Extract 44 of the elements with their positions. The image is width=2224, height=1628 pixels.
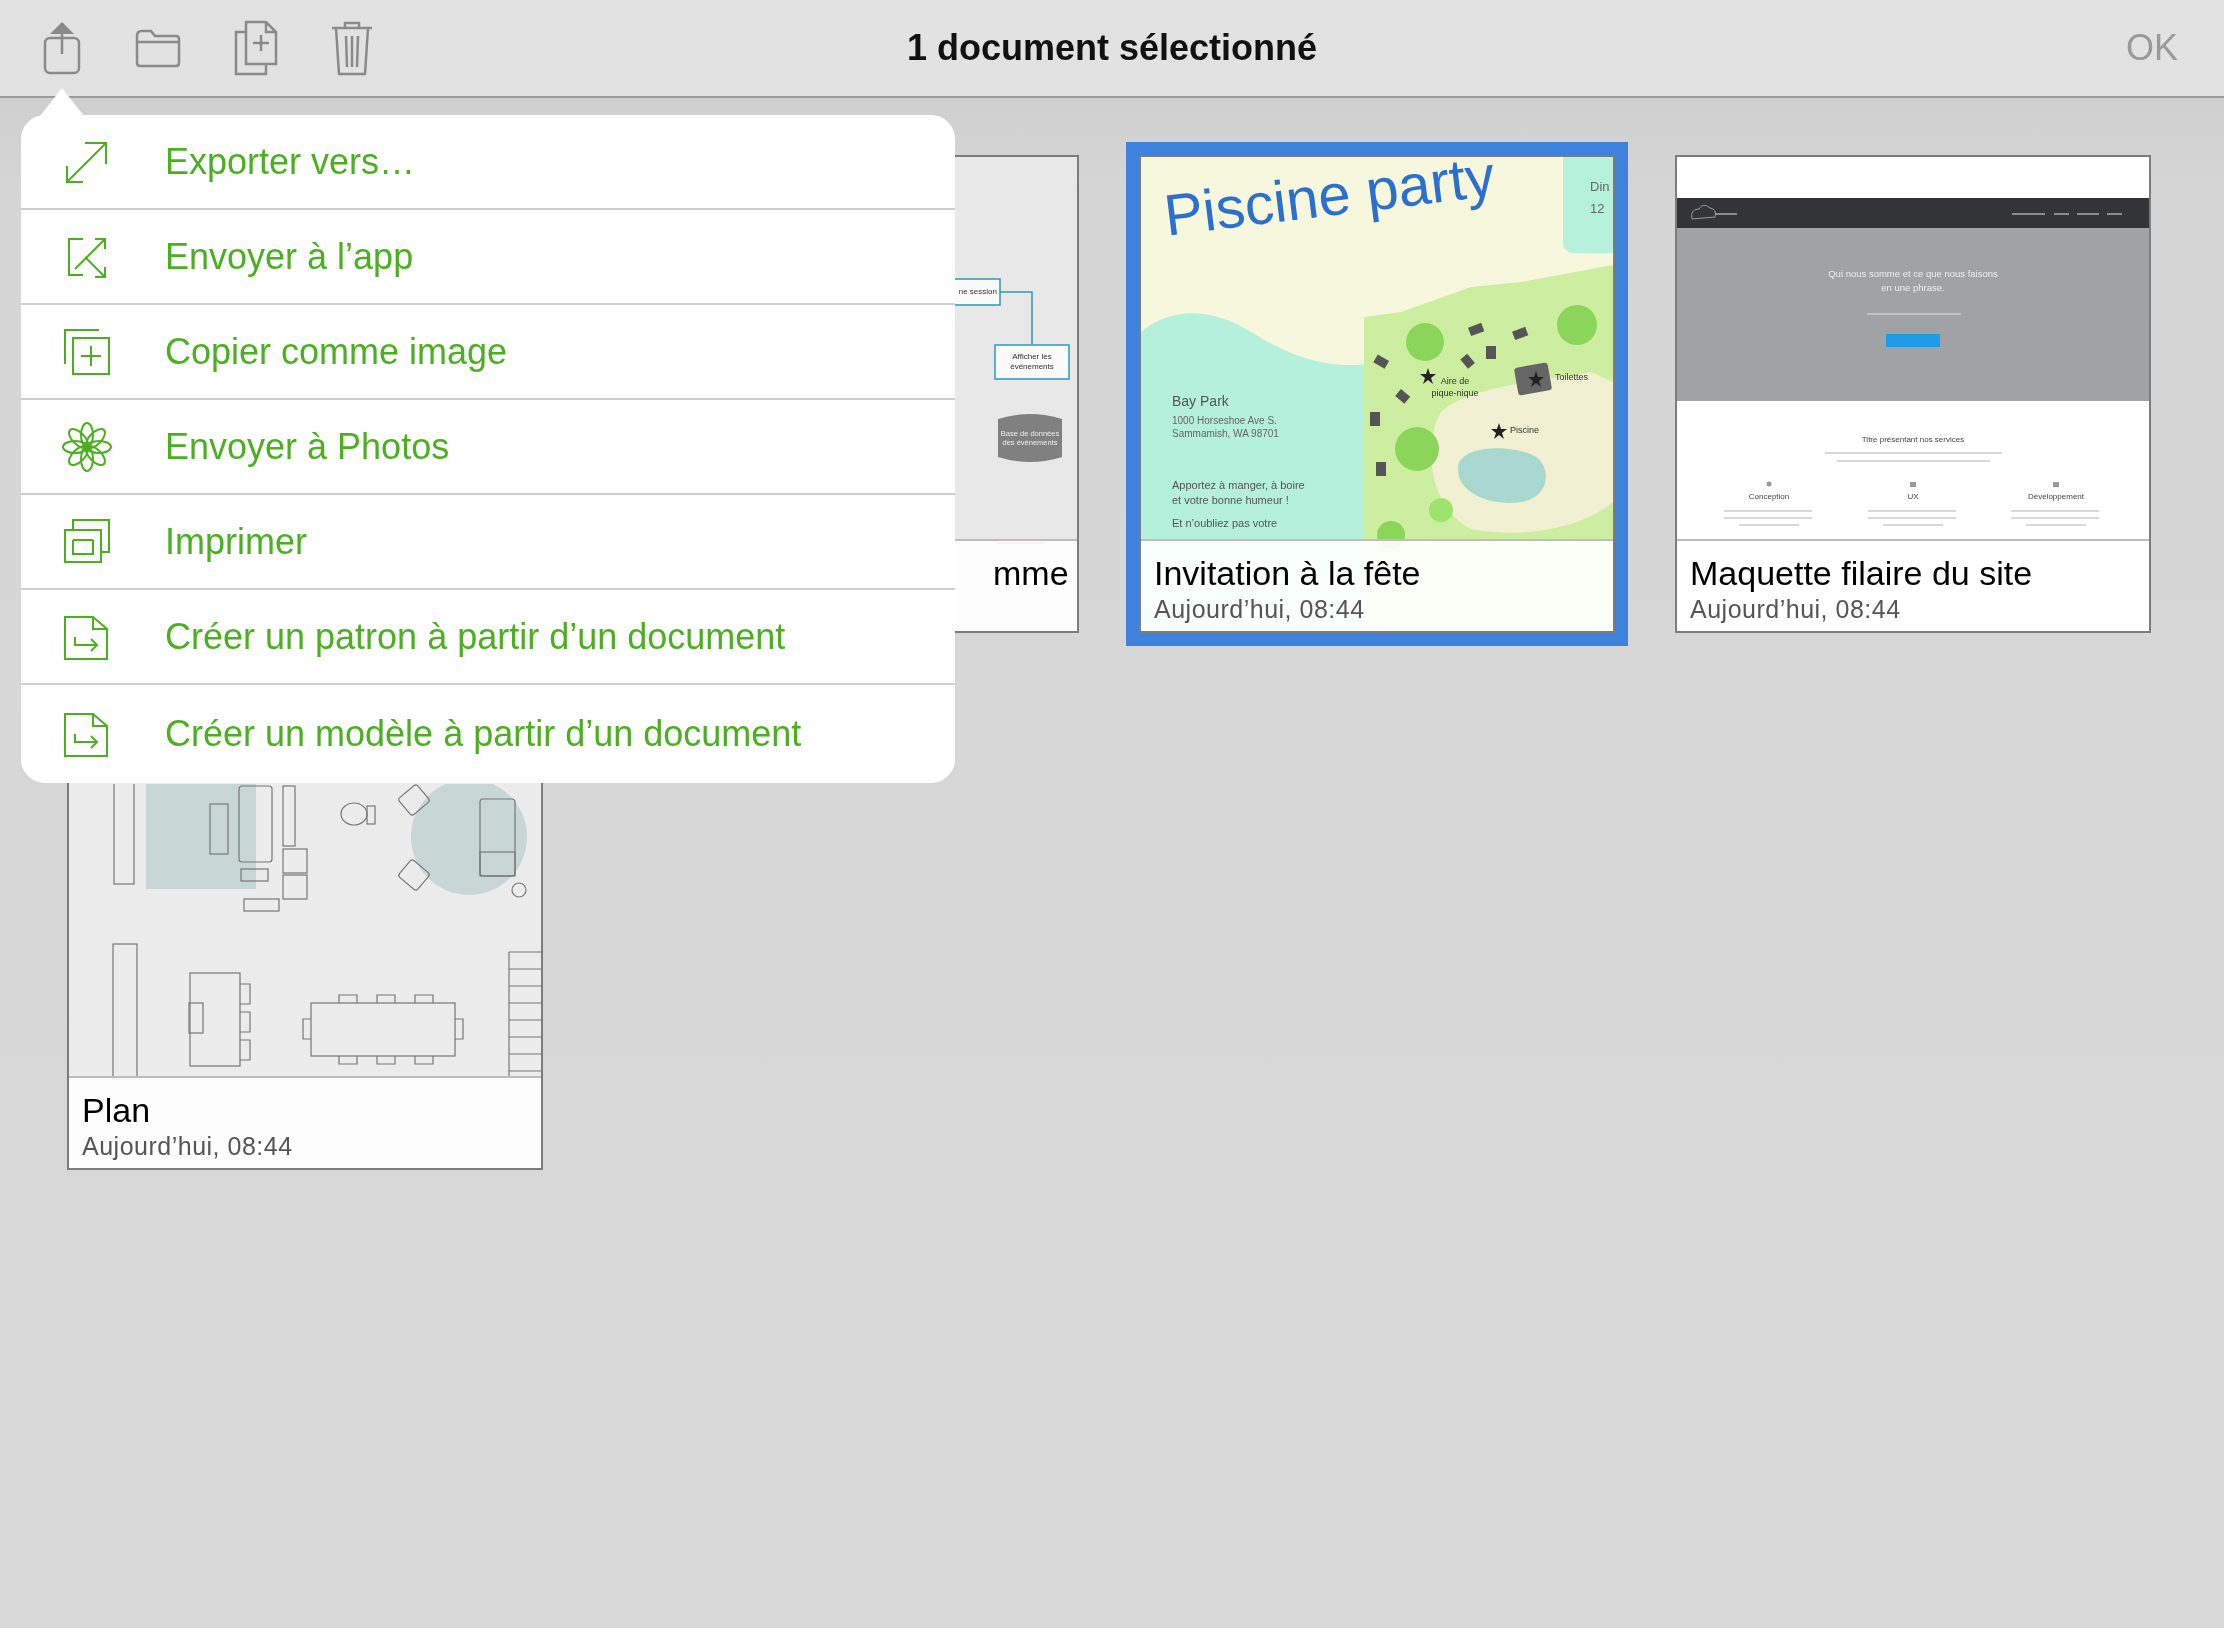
menu-item[interactable]: Créer un patron à partir d’un document — [21, 590, 955, 685]
ok-button[interactable]: OK — [2120, 26, 2184, 70]
menu-icon — [61, 420, 113, 473]
flowchart-node-label: ne session — [957, 286, 998, 299]
address-line: Sammamish, WA 98701 — [1172, 428, 1279, 439]
map-label: Piscine — [1510, 425, 1539, 437]
document-title: Plan — [82, 1090, 152, 1130]
document-date: Aujourd’hui, 08:44 — [1154, 594, 1366, 625]
invitation-headline: Piscine party — [1161, 146, 1498, 245]
folder-button[interactable] — [134, 28, 182, 68]
service-heading: Conception — [1747, 492, 1791, 501]
map-label: Toilettes — [1555, 372, 1589, 384]
flowchart-node-label: Afficher les événements — [1009, 351, 1055, 373]
share-icon — [42, 20, 82, 76]
document-title: Invitation à la fête — [1154, 553, 1422, 593]
date-text: Din — [1590, 179, 1610, 194]
trash-icon — [330, 20, 374, 76]
document-title: mme — [992, 553, 1070, 593]
duplicate-button[interactable] — [234, 20, 278, 76]
share-button[interactable] — [42, 20, 82, 76]
section-heading: Titre présentant nos services — [1860, 435, 1966, 444]
document-date: Aujourd’hui, 08:44 — [1690, 594, 1902, 625]
hero-heading: Qui nous somme et ce que nous faisons en une phrase. — [1827, 267, 1999, 295]
menu-item[interactable]: Copier comme image — [21, 305, 955, 400]
map-label: Aire de pique-nique — [1430, 376, 1480, 400]
menu-item[interactable]: Exporter vers… — [21, 115, 955, 210]
note-line: Et n’oubliez pas votre — [1172, 517, 1278, 529]
trash-button[interactable] — [330, 20, 374, 76]
toolbar-title: 1 document sélectionné — [906, 27, 1318, 69]
menu-item[interactable]: Envoyer à l’app — [21, 210, 955, 305]
document-title: Maquette filaire du site — [1690, 553, 2034, 593]
document-date: Aujourd’hui, 08:44 — [82, 1131, 294, 1162]
date-text: 12 — [1590, 201, 1605, 216]
document-card[interactable]: Qui nous somme et ce que nous faisons en une phrase. Titre présentant nos services Conception UX Développement Maquette filaire du site Aujourd’hui, 08:44 — [1675, 155, 2151, 633]
service-heading: UX — [1906, 492, 1920, 501]
note-line: et votre bonne humeur ! — [1172, 494, 1289, 506]
venue-name: Bay Park — [1172, 393, 1229, 409]
address-line: 1000 Horseshoe Ave S. — [1172, 415, 1277, 426]
service-heading: Développement — [2026, 492, 2085, 501]
duplicate-icon — [234, 20, 278, 76]
menu-item[interactable]: Imprimer — [21, 495, 955, 590]
note-line: Apportez à manger, à boire — [1172, 479, 1305, 491]
folder-icon — [134, 28, 182, 68]
menu-item[interactable]: Envoyer à Photos — [21, 400, 955, 495]
